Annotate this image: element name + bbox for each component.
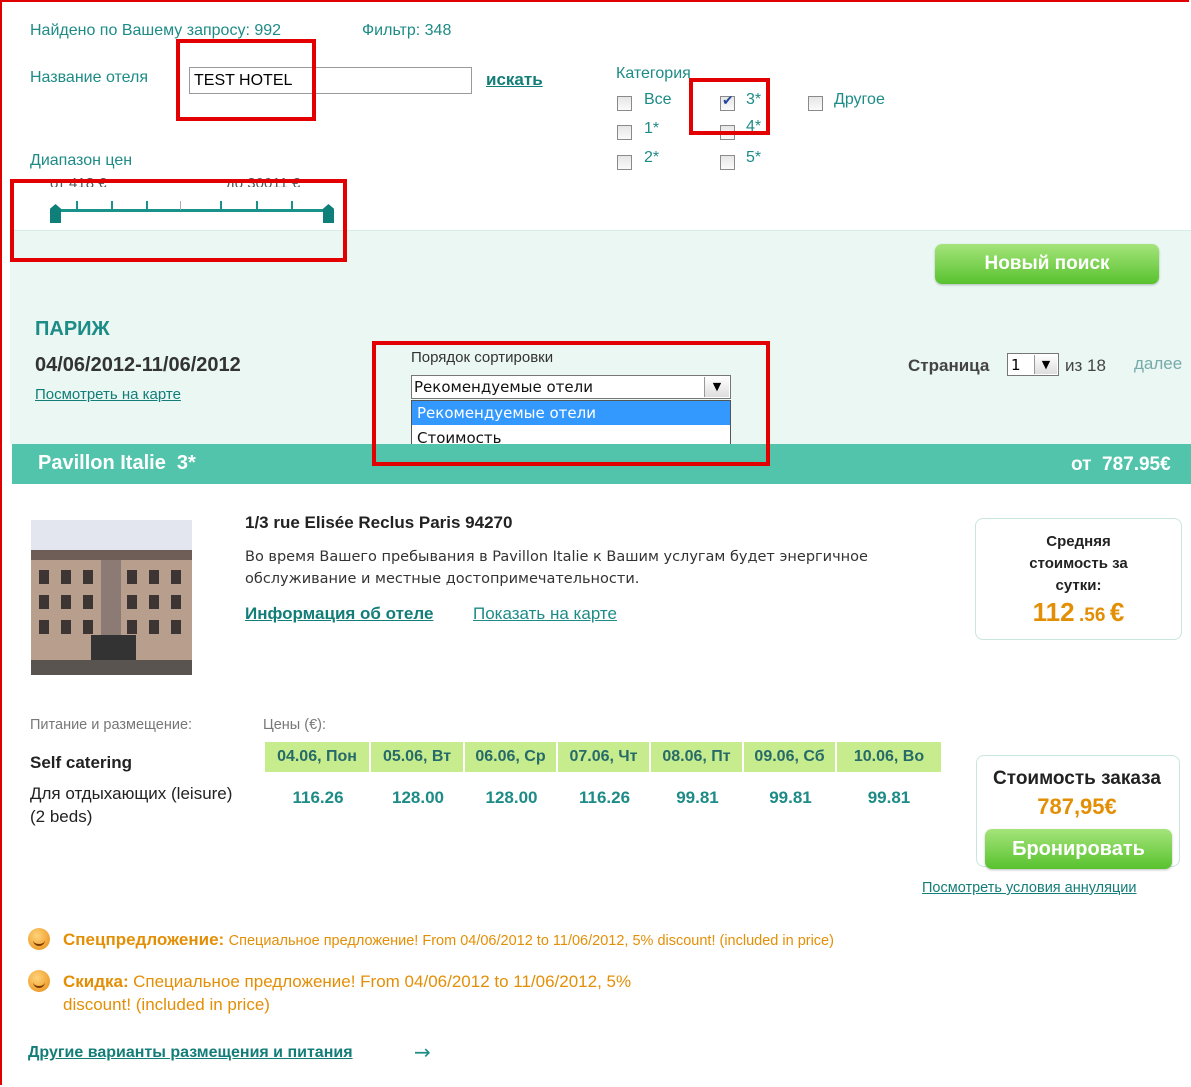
hotel-from-price: от 787.95€ bbox=[1071, 454, 1171, 475]
avg-cost-cents: .56 bbox=[1079, 605, 1106, 626]
smiley-icon bbox=[28, 970, 50, 992]
cancellation-link[interactable]: Посмотреть условия аннуляции bbox=[922, 880, 1137, 896]
page-label: Страница bbox=[908, 356, 990, 375]
date-header-cell: 04.06, Пон bbox=[265, 742, 371, 772]
discount-text-line1: Специальное предложение! From 04/06/2012… bbox=[133, 972, 632, 991]
price-cell: 99.81 bbox=[676, 788, 719, 807]
date-header-cell: 08.06, Пт bbox=[651, 742, 744, 772]
date-range: 04/06/2012-11/06/2012 bbox=[35, 354, 241, 376]
avg-cost-box: Средняя стоимость за сутки: 112 .56 € bbox=[975, 518, 1182, 640]
avg-cost-main: 112 bbox=[1032, 597, 1075, 627]
filter-count: Фильтр: 348 bbox=[362, 22, 452, 39]
order-title: Стоимость заказа bbox=[993, 768, 1161, 789]
special-offer-text: Специальное предложение! From 04/06/2012… bbox=[228, 933, 834, 949]
category-5star-label: 5* bbox=[746, 149, 762, 166]
price-cell: 116.26 bbox=[292, 788, 344, 807]
price-cell: 99.81 bbox=[769, 788, 812, 807]
category-other-label: Другое bbox=[834, 91, 885, 108]
discount-text-line2: discount! (included in price) bbox=[63, 995, 270, 1014]
page-total: из 18 bbox=[1065, 356, 1106, 375]
highlight-box-price-range bbox=[10, 179, 347, 262]
room-type-line2: (2 beds) bbox=[30, 807, 93, 826]
date-header-cell: 07.06, Чт bbox=[558, 742, 651, 772]
category-5star-checkbox[interactable] bbox=[720, 155, 735, 170]
hotel-map-link[interactable]: Показать на карте bbox=[473, 604, 617, 624]
hotel-name-label: Название отеля bbox=[30, 69, 149, 86]
category-all-checkbox[interactable] bbox=[617, 96, 632, 111]
order-total: 787,95€ bbox=[1037, 794, 1117, 819]
highlight-box-category bbox=[689, 78, 770, 135]
category-title: Категория bbox=[616, 65, 691, 82]
hotel-address: 1/3 rue Elisée Reclus Paris 94270 bbox=[245, 513, 513, 532]
price-range-label: Диапазон цен bbox=[30, 152, 133, 169]
category-all-label: Все bbox=[644, 91, 672, 108]
hotel-info-link[interactable]: Информация об отеле bbox=[245, 604, 433, 624]
page-select[interactable]: 1 ▼ bbox=[1007, 353, 1059, 376]
highlight-box-hotel-name bbox=[176, 39, 316, 121]
book-button[interactable]: Бронировать bbox=[985, 829, 1172, 869]
search-link[interactable]: искать bbox=[486, 70, 543, 90]
page-select-value: 1 bbox=[1011, 356, 1021, 374]
arrow-right-icon[interactable]: → bbox=[414, 1040, 431, 1064]
city-title: ПАРИЖ bbox=[35, 318, 110, 340]
price-cell: 116.26 bbox=[578, 788, 631, 807]
discount-title: Скидка: bbox=[63, 972, 129, 991]
price-cell: 99.81 bbox=[867, 788, 911, 807]
category-2star-checkbox[interactable] bbox=[617, 155, 632, 170]
next-page-link[interactable]: далее bbox=[1134, 354, 1182, 374]
date-header-cell: 06.06, Ср bbox=[465, 742, 558, 772]
avg-cost-label-1: Средняя bbox=[1046, 533, 1111, 550]
special-offer: Спецпредложение: Специальное предложение… bbox=[63, 930, 834, 950]
price-cell: 128.00 bbox=[392, 788, 444, 807]
avg-cost-currency: € bbox=[1109, 597, 1125, 627]
other-options-link[interactable]: Другие варианты размещения и питания bbox=[28, 1044, 353, 1062]
hotel-description-line1: Во время Вашего пребывания в Pavillon It… bbox=[245, 549, 868, 565]
date-header-cell: 09.06, Сб bbox=[744, 742, 837, 772]
highlight-box-sort bbox=[372, 341, 770, 466]
avg-cost-label-3: сутки: bbox=[1055, 577, 1102, 594]
avg-cost-label-2: стоимость за bbox=[1029, 555, 1128, 572]
room-type-line1: Для отдыхающих (leisure) bbox=[30, 784, 233, 803]
category-2star-label: 2* bbox=[644, 149, 660, 166]
date-header-cell: 10.06, Во bbox=[837, 742, 941, 772]
results-count: Найдено по Вашему запросу: 992 bbox=[30, 22, 282, 39]
smiley-icon bbox=[28, 928, 50, 950]
hotel-photo[interactable] bbox=[31, 520, 192, 675]
price-cell: 128.00 bbox=[485, 788, 538, 807]
hotel-name[interactable]: Pavillon Italie 3* bbox=[38, 452, 196, 475]
hotel-description-line2: обслуживание и местные достопримечательн… bbox=[245, 571, 640, 587]
chevron-down-icon[interactable]: ▼ bbox=[1034, 355, 1057, 374]
avg-cost-value: 112 .56 € bbox=[976, 597, 1181, 628]
category-other-checkbox[interactable] bbox=[808, 96, 823, 111]
discount-offer: Скидка: Специальное предложение! From 04… bbox=[63, 972, 631, 992]
category-1star-checkbox[interactable] bbox=[617, 125, 632, 140]
board-type: Self catering bbox=[30, 753, 133, 772]
new-search-button[interactable]: Новый поиск bbox=[935, 244, 1159, 284]
prices-label: Цены (€): bbox=[263, 717, 326, 733]
date-header-cell: 05.06, Вт bbox=[371, 742, 465, 772]
meal-label: Питание и размещение: bbox=[30, 717, 193, 733]
category-1star-label: 1* bbox=[644, 120, 660, 137]
view-on-map-link[interactable]: Посмотреть на карте bbox=[35, 386, 181, 403]
special-offer-title: Спецпредложение: bbox=[63, 930, 225, 949]
